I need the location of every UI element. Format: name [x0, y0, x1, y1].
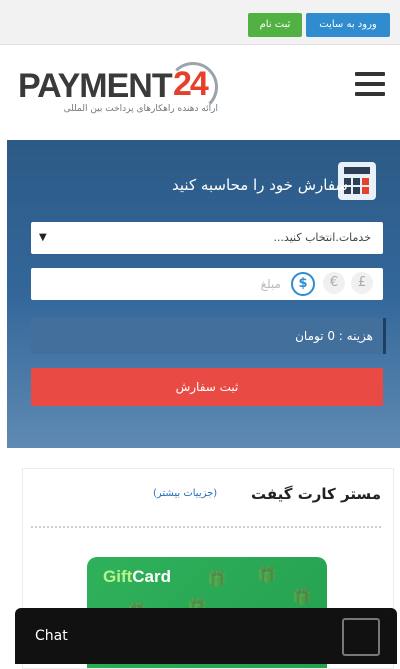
- chat-widget[interactable]: Chat: [15, 608, 397, 664]
- cost-text: هزینه : 0 تومان: [295, 329, 373, 343]
- gift-card-logo: GiftCard: [103, 567, 172, 586]
- chat-label: Chat: [35, 628, 68, 644]
- product-details-link[interactable]: (جزییات بیشتر): [153, 488, 217, 499]
- pound-currency-icon[interactable]: £: [351, 272, 373, 294]
- euro-currency-icon[interactable]: €: [323, 272, 345, 294]
- service-select-value: خدمات.انتخاب کنید...: [273, 231, 371, 244]
- site-logo[interactable]: PAYMENT 24 ارائه دهنده راهکارهای پرداخت …: [18, 62, 228, 124]
- divider: [31, 526, 381, 528]
- order-calculator: سفارش خود را محاسبه کنید خدمات.انتخاب کن…: [7, 140, 400, 448]
- login-button[interactable]: ورود به سایت: [306, 13, 390, 37]
- logo-number: 24: [173, 65, 209, 103]
- submit-order-button[interactable]: ثبت سفارش: [31, 368, 383, 406]
- cost-display: هزینه : 0 تومان: [31, 318, 386, 354]
- register-button[interactable]: ثبت نام: [248, 13, 302, 37]
- amount-field[interactable]: £ € $ مبلغ: [31, 268, 383, 300]
- top-bar: ثبت نام ورود به سایت: [0, 0, 400, 45]
- dropdown-arrow-icon: ▼: [39, 232, 47, 243]
- menu-icon[interactable]: [355, 72, 385, 96]
- amount-placeholder: مبلغ: [260, 277, 281, 291]
- dollar-currency-icon[interactable]: $: [291, 272, 315, 296]
- logo-tagline: ارائه دهنده راهکارهای پرداخت بین المللی: [63, 104, 218, 114]
- logo-name: PAYMENT: [18, 67, 173, 105]
- product-title: مستر کارت گیفت: [250, 485, 381, 503]
- chat-expand-icon[interactable]: [342, 618, 380, 656]
- calculator-title: سفارش خود را محاسبه کنید: [172, 176, 348, 194]
- service-select[interactable]: خدمات.انتخاب کنید... ▼: [31, 222, 383, 254]
